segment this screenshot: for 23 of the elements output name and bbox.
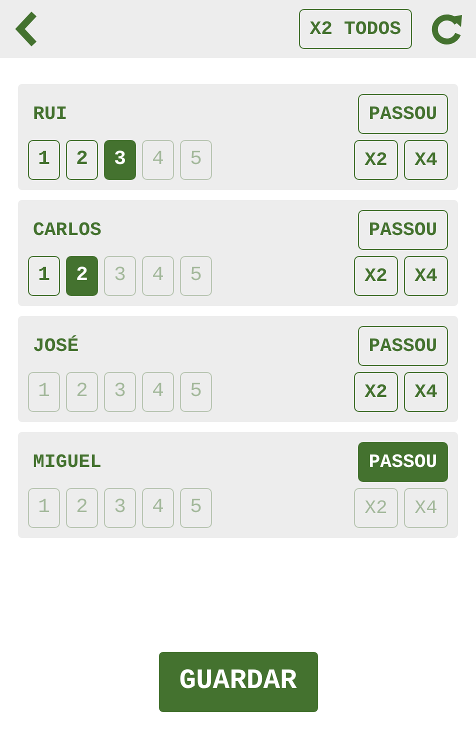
score-button[interactable]: 1 bbox=[28, 140, 60, 180]
passed-button[interactable]: PASSOU bbox=[358, 210, 448, 250]
player-name: CARLOS bbox=[32, 218, 102, 243]
player-name: MIGUEL bbox=[32, 450, 102, 475]
back-icon bbox=[14, 11, 38, 47]
passed-button[interactable]: PASSOU bbox=[358, 442, 448, 482]
score-button[interactable]: 3 bbox=[104, 140, 136, 180]
multiplier-button[interactable]: X4 bbox=[404, 256, 448, 296]
save-button[interactable]: GUARDAR bbox=[158, 652, 318, 712]
multiplier-button[interactable]: X4 bbox=[404, 372, 448, 412]
refresh-icon bbox=[431, 13, 463, 45]
score-button[interactable]: 2 bbox=[66, 140, 98, 180]
passed-button[interactable]: PASSOU bbox=[358, 326, 448, 366]
score-button[interactable]: 2 bbox=[66, 256, 98, 296]
player-name: RUI bbox=[32, 102, 68, 127]
multiplier-button[interactable]: X4 bbox=[404, 140, 448, 180]
multiplier-button[interactable]: X2 bbox=[354, 372, 398, 412]
player-name: JOSÉ bbox=[32, 334, 80, 359]
multiplier-button[interactable]: X2 bbox=[354, 140, 398, 180]
score-button[interactable]: 1 bbox=[28, 256, 60, 296]
multiplier-button[interactable]: X2 bbox=[354, 256, 398, 296]
passed-button[interactable]: PASSOU bbox=[358, 94, 448, 134]
double-all-button[interactable]: X2 TODOS bbox=[298, 9, 412, 49]
